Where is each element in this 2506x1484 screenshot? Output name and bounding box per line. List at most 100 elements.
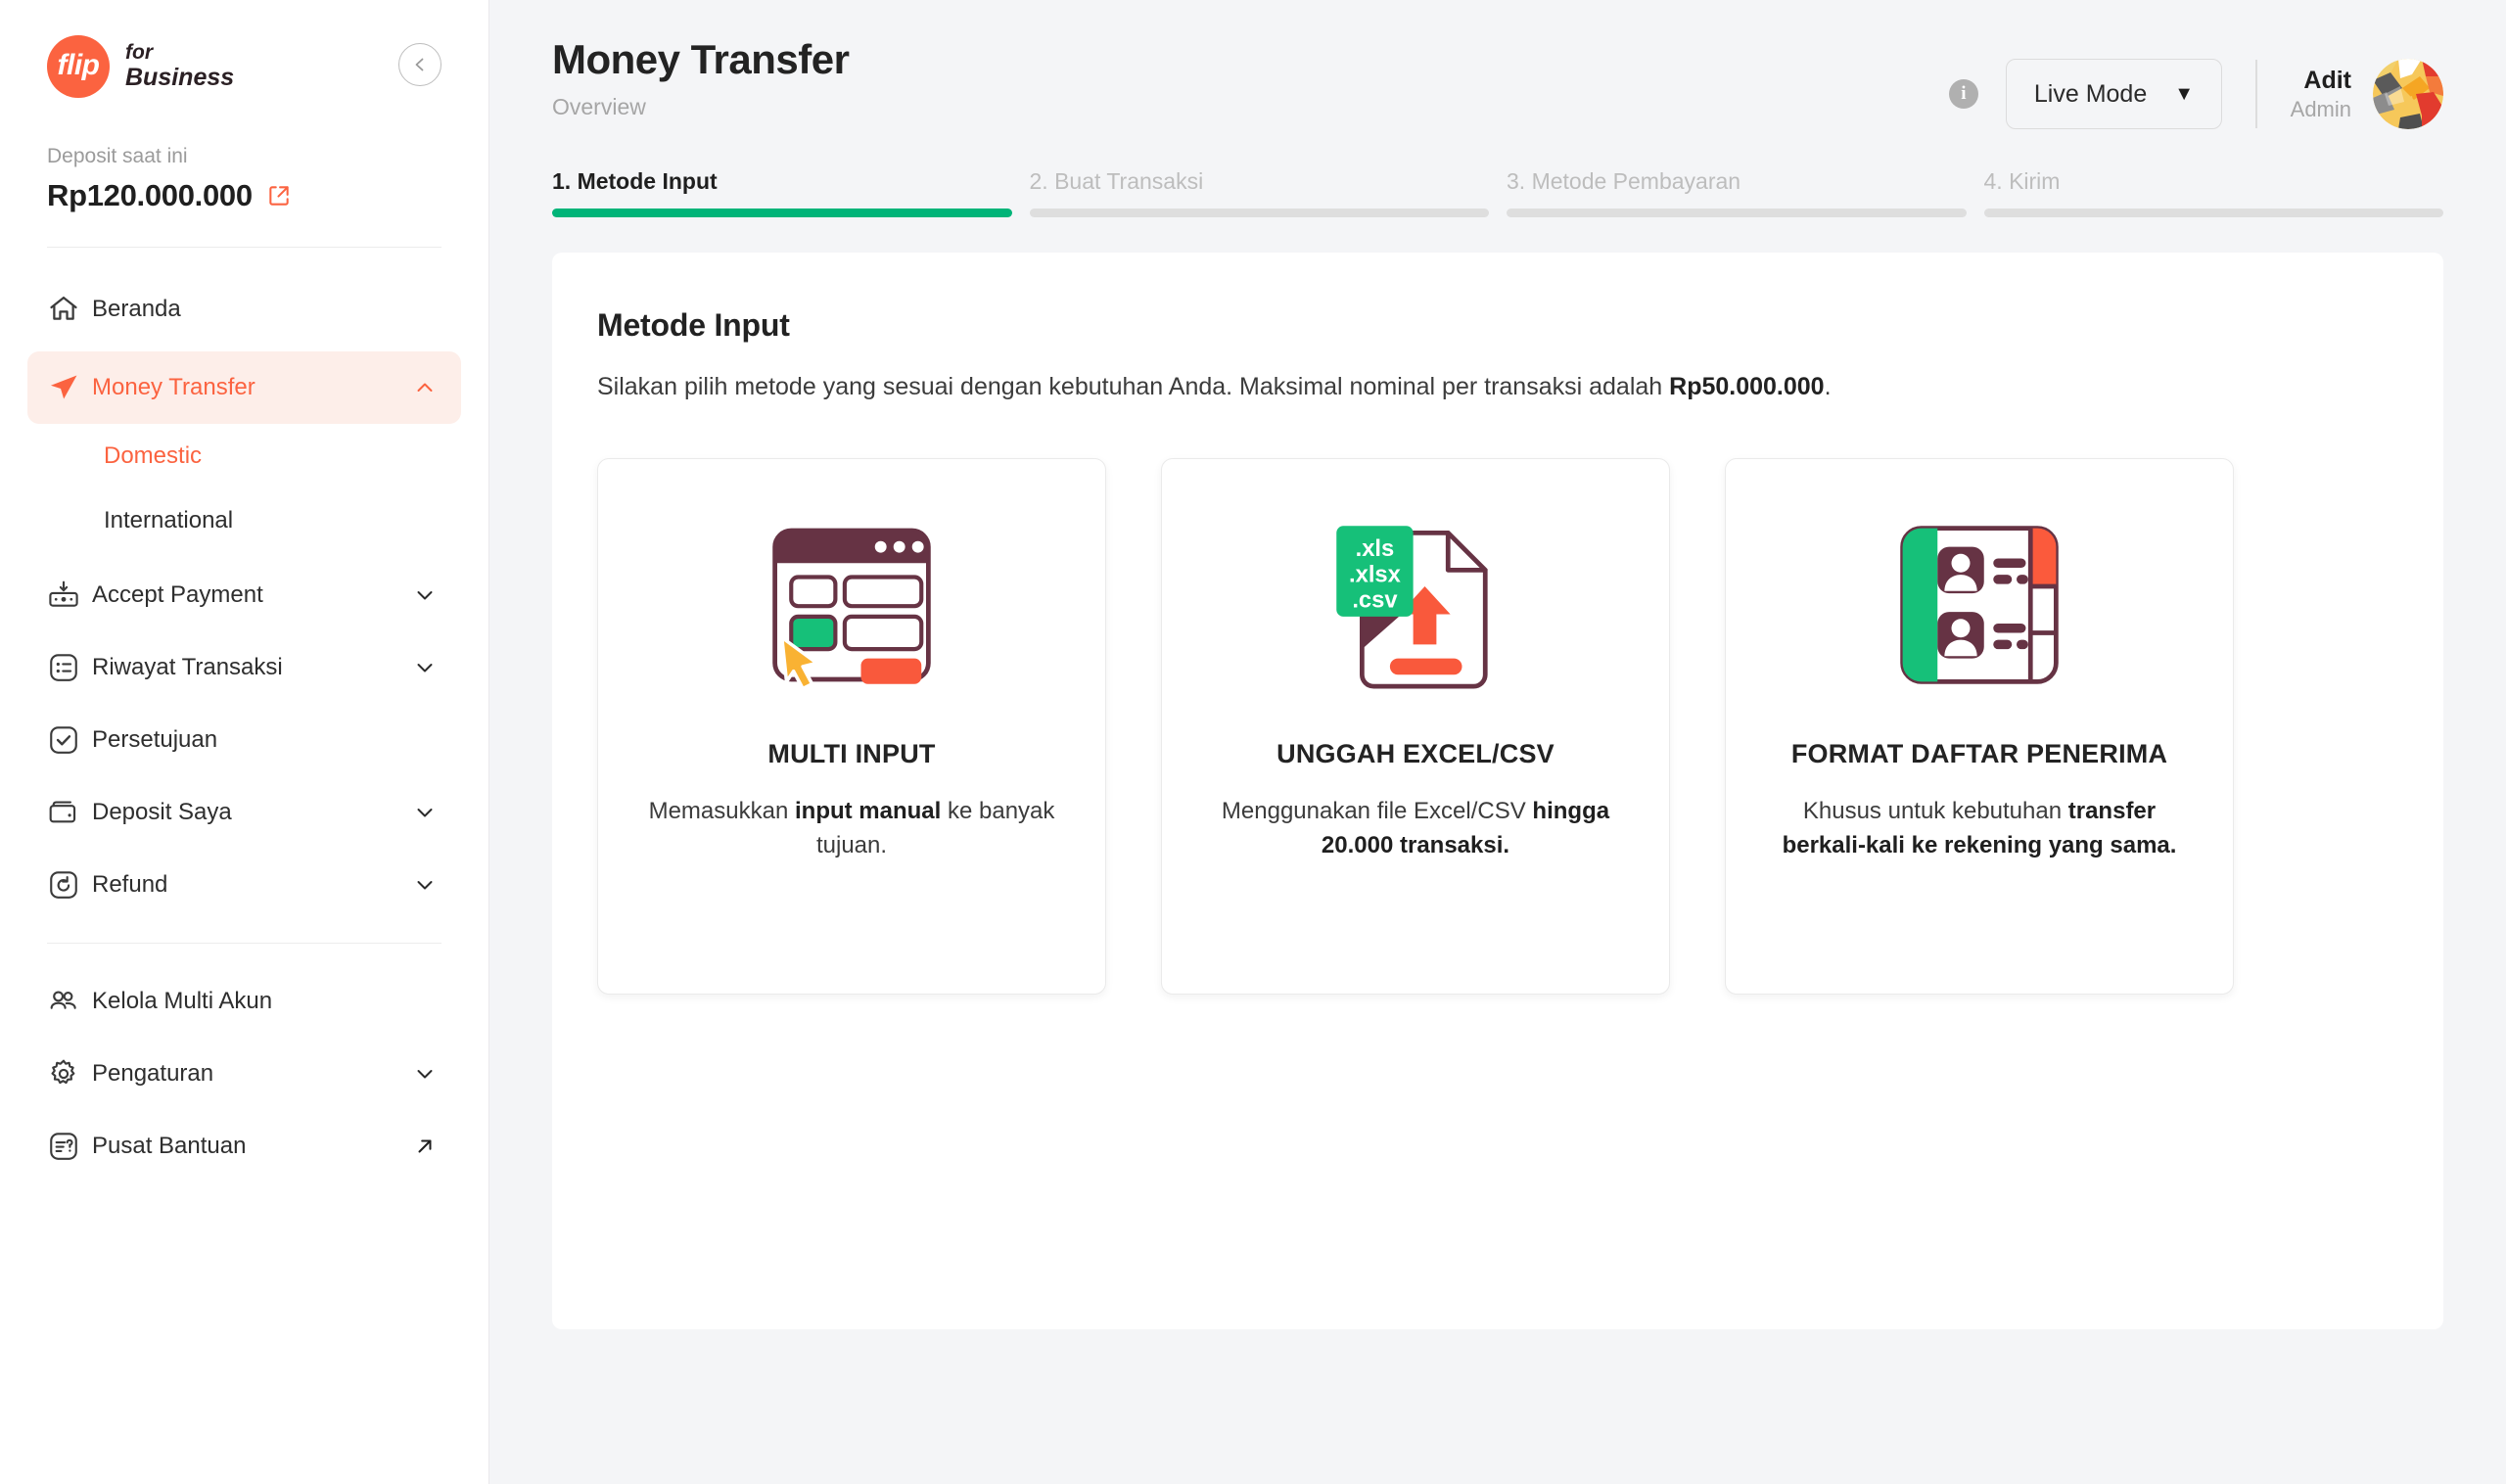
- step-progress-bar: [1983, 209, 2443, 217]
- avatar[interactable]: [2373, 59, 2443, 129]
- desc-bold: input manual: [794, 798, 942, 824]
- sidebar-item-pusat-bantuan[interactable]: Pusat Bantuan: [27, 1110, 461, 1183]
- sidebar-item-refund[interactable]: Refund: [27, 849, 461, 921]
- mode-selector-label: Live Mode: [2033, 79, 2148, 108]
- deposit-value-row: Rp120.000.000: [47, 178, 441, 213]
- sidebar-item-pengaturan[interactable]: Pengaturan: [27, 1038, 461, 1110]
- external-link-icon[interactable]: [266, 183, 292, 209]
- step-label: 2. Buat Transaksi: [1029, 168, 1204, 194]
- panel-title: Metode Input: [597, 307, 790, 343]
- sidebar-item-kelola-multi-akun[interactable]: Kelola Multi Akun: [27, 965, 461, 1038]
- wallet-icon: [47, 796, 92, 829]
- svg-text:.csv: .csv: [1352, 586, 1398, 613]
- deposit-label: Deposit saat ini: [47, 145, 188, 167]
- send-icon: [47, 371, 92, 404]
- check-square-icon: [47, 723, 92, 757]
- progress-stepper: 1. Metode Input 2. Buat Transaksi 3. Met…: [489, 157, 2506, 217]
- chevron-down-icon[interactable]: [408, 1062, 441, 1086]
- money-transfer-submenu: Domestic International: [27, 424, 461, 553]
- step-label: 4. Kirim: [1983, 168, 2061, 194]
- metode-input-panel: Metode Input Silakan pilih metode yang s…: [552, 253, 2443, 1329]
- user-name: Adit: [2303, 66, 2351, 94]
- step-progress-bar: [1507, 209, 1967, 217]
- sidebar-subitem-label: Domestic: [104, 442, 203, 469]
- sidebar-divider-bottom: [47, 943, 441, 944]
- method-card-title: FORMAT DAFTAR PENERIMA: [1790, 739, 2168, 768]
- svg-text:.xls: .xls: [1356, 535, 1395, 562]
- sidebar-item-label: Money Transfer: [92, 374, 255, 400]
- content-wrapper: Metode Input Silakan pilih metode yang s…: [489, 217, 2506, 1484]
- sidebar-item-persetujuan[interactable]: Persetujuan: [27, 704, 461, 776]
- step-progress-bar: [552, 209, 1012, 217]
- chevron-down-icon[interactable]: [408, 873, 441, 897]
- page-title: Money Transfer: [552, 36, 850, 82]
- top-bar: Money Transfer Overview i Live Mode ▼ Ad…: [489, 0, 2506, 157]
- desc-part-1: Khusus untuk kebutuhan: [1802, 798, 2068, 824]
- sidebar-item-label: Pengaturan: [92, 1060, 214, 1087]
- panel-description: Silakan pilih metode yang sesuai dengan …: [597, 373, 2398, 401]
- page-subtitle: Overview: [552, 94, 646, 120]
- sidebar-item-label: Beranda: [92, 296, 181, 322]
- brand-line-for: for: [125, 41, 153, 65]
- method-card-format-daftar-penerima[interactable]: FORMAT DAFTAR PENERIMA Khusus untuk kebu…: [1725, 458, 2234, 995]
- sidebar-item-label: Kelola Multi Akun: [92, 988, 273, 1014]
- method-card-description: Khusus untuk kebutuhan transfer berkali-…: [1759, 795, 2200, 863]
- method-card-title: MULTI INPUT: [767, 739, 936, 768]
- sidebar-header: flip for Business: [0, 0, 488, 98]
- desc-part-1: Memasukkan: [648, 798, 795, 824]
- list-icon: [47, 651, 92, 684]
- step-metode-input[interactable]: 1. Metode Input: [552, 168, 1012, 217]
- step-buat-transaksi[interactable]: 2. Buat Transaksi: [1029, 168, 1489, 217]
- sidebar-item-riwayat-transaksi[interactable]: Riwayat Transaksi: [27, 631, 461, 704]
- sidebar-item-label: Deposit Saya: [92, 799, 232, 825]
- sidebar-collapse-button[interactable]: [398, 43, 441, 86]
- user-role: Admin: [2290, 96, 2351, 121]
- flip-logo-text: flip: [57, 49, 101, 81]
- chevron-down-icon[interactable]: [408, 583, 441, 607]
- recipient-list-book-illustration: [1886, 512, 2072, 698]
- sidebar-item-label: Pusat Bantuan: [92, 1133, 247, 1159]
- sidebar-item-deposit-saya[interactable]: Deposit Saya: [27, 776, 461, 849]
- divider: [2255, 60, 2257, 128]
- refund-icon: [47, 868, 92, 902]
- chevron-down-icon[interactable]: [408, 801, 441, 824]
- mode-selector[interactable]: Live Mode ▼: [2005, 59, 2223, 129]
- sidebar-item-beranda[interactable]: Beranda: [27, 273, 461, 346]
- method-card-list: MULTI INPUT Memasukkan input manual ke b…: [597, 458, 2398, 995]
- browser-multi-input-illustration: [759, 512, 945, 698]
- brand-logo[interactable]: flip for Business: [47, 35, 234, 98]
- chevron-left-icon: [415, 58, 424, 71]
- sidebar-item-accept-payment[interactable]: Accept Payment: [27, 559, 461, 631]
- gear-icon: [47, 1057, 92, 1090]
- chevron-down-icon[interactable]: [408, 656, 441, 679]
- deposit-summary: Deposit saat ini Rp120.000.000: [0, 98, 488, 213]
- user-profile[interactable]: Adit Admin: [2291, 59, 2443, 129]
- accept-payment-icon: [47, 579, 92, 612]
- method-card-unggah-excel-csv[interactable]: .xls .xlsx .csv UNGGAH EXCEL/CSV Menggun…: [1161, 458, 1670, 995]
- step-label: 1. Metode Input: [552, 168, 718, 194]
- method-card-description: Memasukkan input manual ke banyak tujuan…: [631, 795, 1072, 863]
- step-kirim[interactable]: 4. Kirim: [1983, 168, 2443, 217]
- brand-line-business: Business: [125, 63, 235, 91]
- step-metode-pembayaran[interactable]: 3. Metode Pembayaran: [1507, 168, 1967, 217]
- method-card-multi-input[interactable]: MULTI INPUT Memasukkan input manual ke b…: [597, 458, 1106, 995]
- help-doc-icon: [47, 1130, 92, 1163]
- deposit-amount: Rp120.000.000: [47, 178, 253, 212]
- sidebar-item-domestic[interactable]: Domestic: [104, 424, 461, 488]
- info-icon[interactable]: i: [1948, 79, 1978, 109]
- sidebar-item-label: Accept Payment: [92, 581, 263, 608]
- svg-text:.xlsx: .xlsx: [1349, 561, 1402, 587]
- excel-csv-upload-illustration: .xls .xlsx .csv: [1323, 512, 1508, 698]
- chevron-up-icon[interactable]: [408, 376, 441, 399]
- method-card-description: Menggunakan file Excel/CSV hingga 20.000…: [1195, 795, 1636, 863]
- step-progress-bar: [1029, 209, 1489, 217]
- user-names: Adit Admin: [2291, 66, 2351, 123]
- arrow-up-right-icon: [408, 1135, 441, 1158]
- sidebar-subitem-label: International: [104, 507, 234, 533]
- top-bar-actions: i Live Mode ▼ Adit Admin: [1948, 37, 2443, 129]
- chevron-down-icon: ▼: [2174, 83, 2195, 105]
- panel-desc-before: Silakan pilih metode yang sesuai dengan …: [597, 373, 1670, 400]
- sidebar-item-money-transfer[interactable]: Money Transfer: [27, 351, 461, 424]
- brand-wordmark: for Business: [125, 41, 235, 91]
- sidebar-item-international[interactable]: International: [104, 488, 461, 553]
